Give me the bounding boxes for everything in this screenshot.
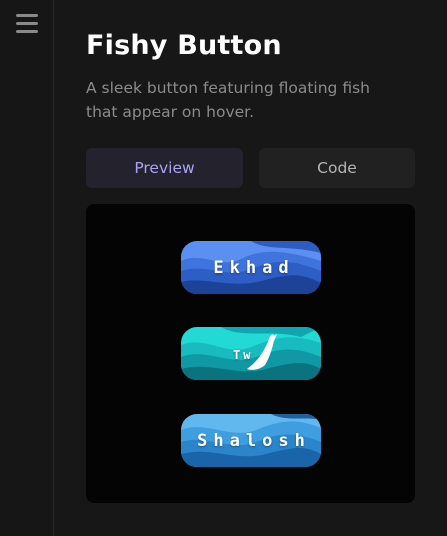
fishy-button-ekhad[interactable]: Ekhad <box>181 241 321 294</box>
sidebar <box>0 0 54 536</box>
fishy-button-shalosh[interactable]: Shalosh <box>181 414 321 467</box>
tab-preview[interactable]: Preview <box>86 148 243 188</box>
main-content: Fishy Button A sleek button featuring fl… <box>54 0 447 536</box>
hamburger-menu-icon[interactable] <box>16 14 38 34</box>
preview-panel: Ekhad Tw Shalosh <box>86 204 415 503</box>
fishy-button-tw[interactable]: Tw <box>181 327 321 380</box>
tab-code[interactable]: Code <box>259 148 415 188</box>
page-title: Fishy Button <box>86 30 282 61</box>
button-label: Ekhad <box>213 257 295 278</box>
button-label: Tw <box>233 347 254 362</box>
page-subtitle: A sleek button featuring floating fish t… <box>86 79 370 121</box>
button-label: Shalosh <box>197 430 311 451</box>
